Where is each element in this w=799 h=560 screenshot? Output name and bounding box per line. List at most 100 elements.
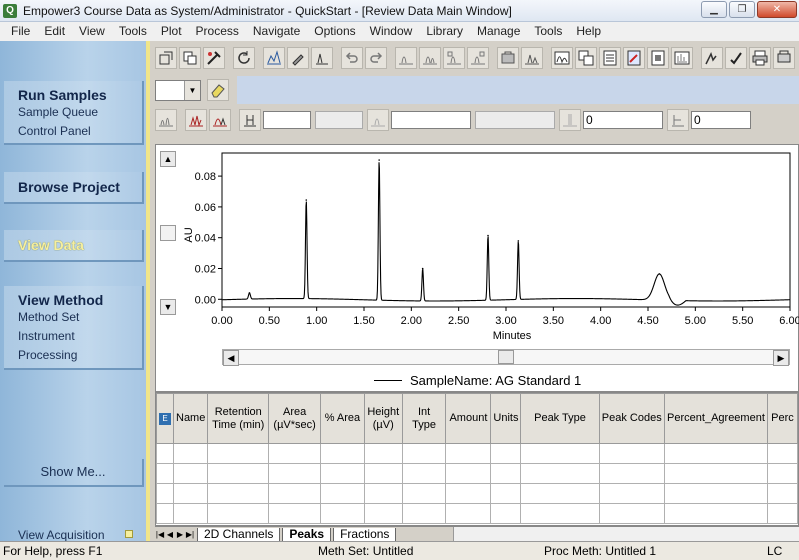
table-horizontal-scrollbar[interactable]: [453, 527, 799, 541]
scroll-left-button[interactable]: ◀: [223, 350, 239, 366]
table-cell[interactable]: [520, 483, 600, 504]
table-cell[interactable]: [320, 463, 365, 484]
vertical-scroll-thumb[interactable]: [160, 225, 176, 241]
print-preview-icon[interactable]: [773, 47, 795, 69]
table-cell[interactable]: [401, 483, 447, 504]
table-row[interactable]: [156, 503, 798, 524]
show-me-button[interactable]: Show Me...: [4, 459, 144, 487]
menu-item[interactable]: Options: [307, 22, 362, 41]
sidebar-item-instrument[interactable]: Instrument: [18, 327, 142, 346]
column-header[interactable]: Name: [172, 393, 209, 444]
vertical-scrollbar[interactable]: ▲ ▼: [160, 151, 176, 317]
table-cell[interactable]: [172, 483, 209, 504]
menu-item[interactable]: Edit: [37, 22, 72, 41]
table-cell[interactable]: [520, 443, 600, 464]
channel-select[interactable]: ▼: [155, 79, 201, 101]
menu-item[interactable]: Tools: [527, 22, 569, 41]
peak-name-field[interactable]: [391, 111, 471, 129]
table-cell[interactable]: [490, 503, 522, 524]
table-cell[interactable]: [156, 483, 174, 504]
table-cell[interactable]: [172, 443, 209, 464]
table-cell[interactable]: [320, 443, 365, 464]
menu-item[interactable]: Navigate: [246, 22, 307, 41]
table-cell[interactable]: [520, 463, 600, 484]
table-cell[interactable]: [207, 503, 270, 524]
threshold-field[interactable]: 0: [583, 111, 663, 129]
sidebar-item-method-set[interactable]: Method Set: [18, 308, 142, 327]
undo-icon[interactable]: [341, 47, 363, 69]
table-cell[interactable]: [663, 483, 768, 504]
view-data-title[interactable]: View Data: [18, 237, 142, 253]
table-cell[interactable]: [766, 463, 798, 484]
scroll-up-button[interactable]: ▲: [160, 151, 176, 167]
calibrate-tool-icon[interactable]: [203, 47, 225, 69]
redo-icon[interactable]: [365, 47, 387, 69]
table-cell[interactable]: [268, 503, 322, 524]
peak-tool-1-icon[interactable]: [395, 47, 417, 69]
print-icon[interactable]: [749, 47, 771, 69]
sidebar-item-processing[interactable]: Processing: [18, 346, 142, 365]
table-cell[interactable]: [207, 443, 270, 464]
table-cell[interactable]: [598, 503, 665, 524]
retention-marker-icon[interactable]: [239, 109, 261, 131]
column-header[interactable]: Units: [490, 393, 522, 444]
table-cell[interactable]: [445, 503, 492, 524]
column-header[interactable]: Percent_Agreement: [663, 393, 768, 444]
column-header[interactable]: Peak Type: [520, 393, 600, 444]
restore-button[interactable]: ❐: [729, 1, 755, 18]
column-header[interactable]: % Area: [320, 393, 365, 444]
table-cell[interactable]: [490, 463, 522, 484]
table-cell[interactable]: [766, 503, 798, 524]
scroll-down-button[interactable]: ▼: [160, 299, 176, 315]
peak-tool-3-icon[interactable]: [443, 47, 465, 69]
menu-item[interactable]: Process: [189, 22, 246, 41]
table-cell[interactable]: [663, 503, 768, 524]
zoom-out-icon[interactable]: [209, 109, 231, 131]
peak-tool-2-icon[interactable]: [419, 47, 441, 69]
preview-icon[interactable]: [671, 47, 693, 69]
view-data-panel[interactable]: View Data: [4, 230, 144, 262]
peak-tool-4-icon[interactable]: [467, 47, 489, 69]
close-button[interactable]: ✕: [757, 1, 797, 18]
report-icon[interactable]: [647, 47, 669, 69]
column-header[interactable]: Amount: [445, 393, 492, 444]
browse-project-title[interactable]: Browse Project: [18, 179, 142, 195]
column-header[interactable]: Height (µV): [363, 393, 403, 444]
table-cell[interactable]: [172, 503, 209, 524]
review-tool-icon[interactable]: [311, 47, 333, 69]
zoom-in-icon[interactable]: [185, 109, 207, 131]
width-field[interactable]: 0: [691, 111, 751, 129]
run-samples-panel[interactable]: Run Samples Sample Queue Control Panel: [4, 81, 144, 145]
rt-start-field[interactable]: [263, 111, 311, 129]
table-cell[interactable]: [207, 483, 270, 504]
view-acquisition-link[interactable]: View Acquisition: [18, 528, 105, 542]
tab-first-icon[interactable]: |◀: [155, 530, 165, 539]
sign-off-icon[interactable]: [725, 47, 747, 69]
run-samples-title[interactable]: Run Samples: [18, 87, 142, 103]
table-cell[interactable]: [598, 483, 665, 504]
tab-last-icon[interactable]: ▶|: [185, 530, 195, 539]
table-cell[interactable]: [320, 503, 365, 524]
table-cell[interactable]: [268, 463, 322, 484]
column-header[interactable]: Area (µV*sec): [268, 393, 322, 444]
menu-item[interactable]: Help: [569, 22, 608, 41]
table-cell[interactable]: [268, 443, 322, 464]
table-row[interactable]: [156, 483, 798, 504]
tab-next-icon[interactable]: ▶: [175, 530, 185, 539]
column-header[interactable]: Retention Time (min): [207, 393, 270, 444]
table-cell[interactable]: [401, 463, 447, 484]
table-cell[interactable]: [598, 443, 665, 464]
chart-tool-icon[interactable]: [263, 47, 285, 69]
table-cell[interactable]: [766, 443, 798, 464]
table-cell[interactable]: [401, 503, 447, 524]
view-method-panel[interactable]: View Method Method Set Instrument Proces…: [4, 286, 144, 370]
table-cell[interactable]: [172, 463, 209, 484]
peak-marker-icon[interactable]: [367, 109, 389, 131]
column-header[interactable]: Perc: [766, 393, 798, 444]
horizontal-scrollbar[interactable]: ◀ ▶: [222, 349, 790, 366]
table-cell[interactable]: [363, 503, 403, 524]
menu-item[interactable]: Library: [419, 22, 470, 41]
table-cell[interactable]: [156, 503, 174, 524]
menu-item[interactable]: Window: [363, 22, 420, 41]
chevron-down-icon[interactable]: ▼: [184, 80, 200, 100]
